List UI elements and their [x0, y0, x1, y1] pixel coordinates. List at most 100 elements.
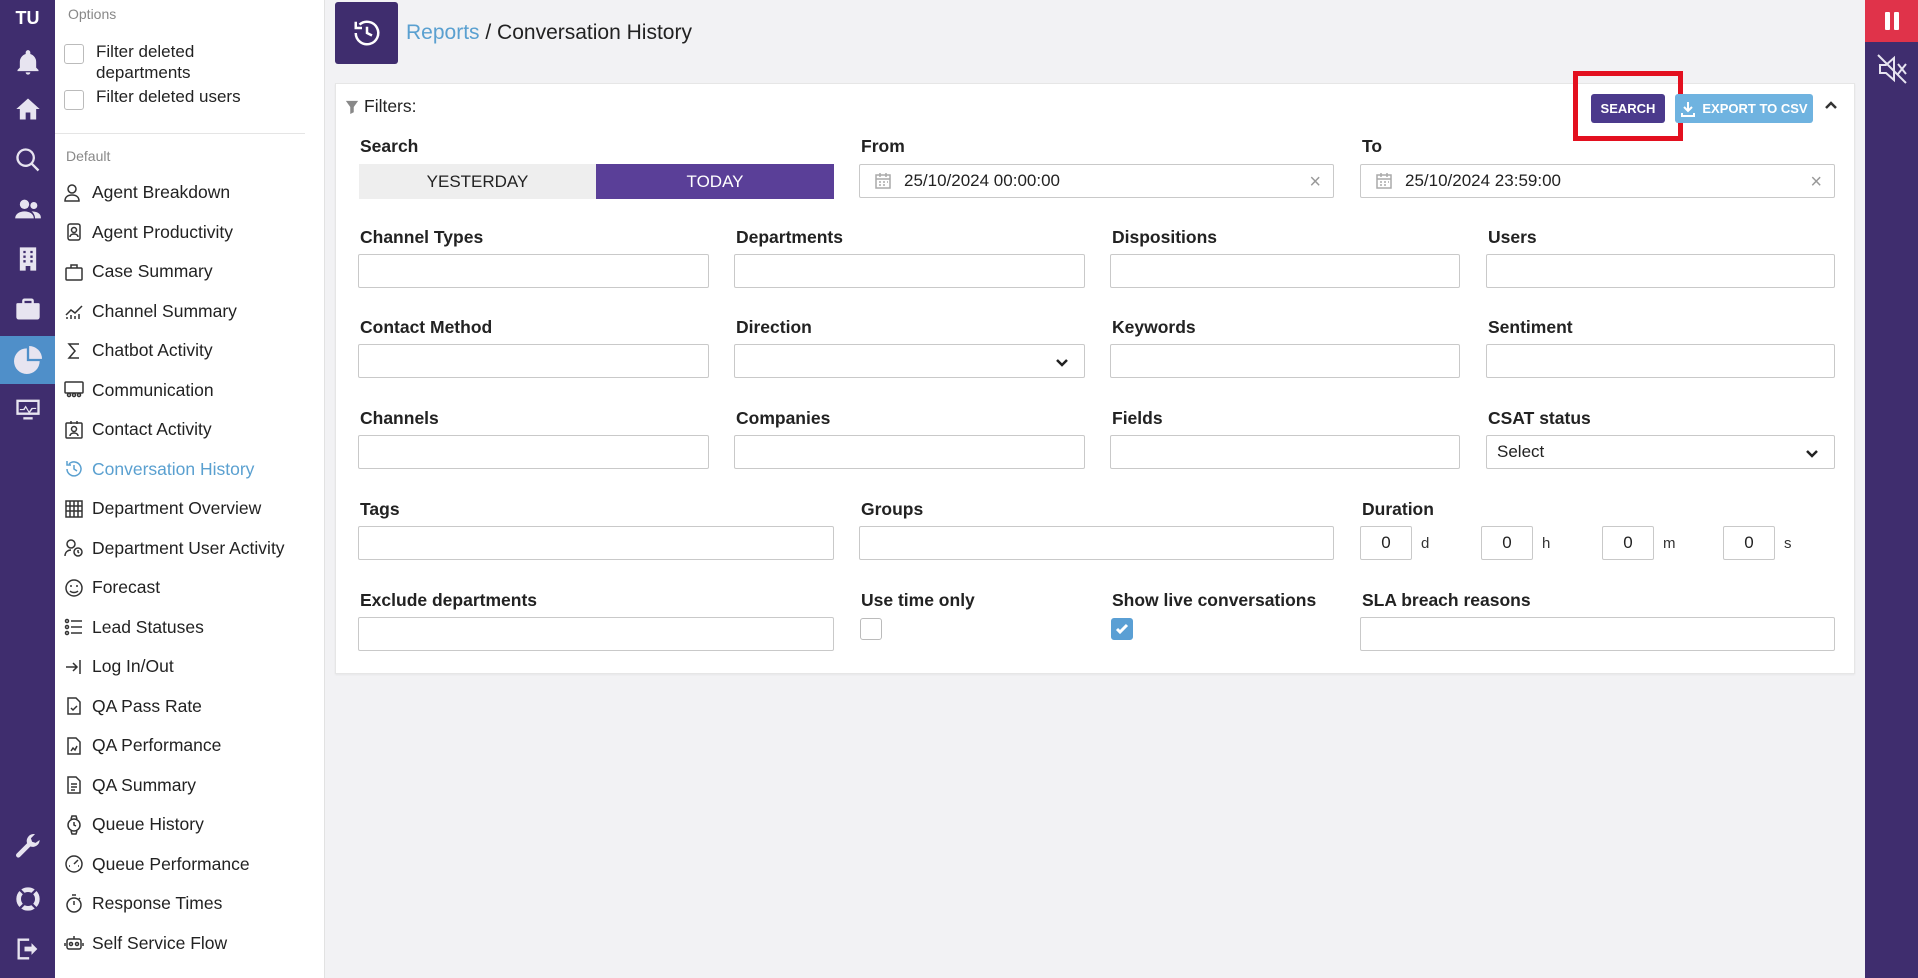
companies-input[interactable] — [734, 435, 1085, 469]
from-date-input[interactable]: 25/10/2024 00:00:00 × — [859, 164, 1334, 198]
fields-input[interactable] — [1110, 435, 1460, 469]
default-title: Default — [66, 148, 111, 164]
duration-minutes-input[interactable]: 0 — [1602, 526, 1654, 560]
monitor-icon[interactable] — [0, 387, 55, 431]
duration-seconds-input[interactable]: 0 — [1723, 526, 1775, 560]
menu-item-qa-pass-rate[interactable]: QA Pass Rate — [64, 687, 285, 727]
csat-status-select[interactable]: Select — [1486, 435, 1835, 469]
export-csv-label: EXPORT TO CSV — [1702, 101, 1808, 116]
tags-input[interactable] — [358, 526, 834, 560]
channel-summary-icon — [64, 301, 84, 321]
groups-input[interactable] — [859, 526, 1334, 560]
fields-label: Fields — [1112, 408, 1163, 428]
collapse-chevron-icon[interactable] — [1822, 96, 1840, 114]
menu-item-response-times[interactable]: Response Times — [64, 884, 285, 924]
menu-item-agent-breakdown[interactable]: Agent Breakdown — [64, 173, 285, 213]
logout-icon[interactable] — [0, 927, 55, 971]
menu-item-department-user-activity[interactable]: Department User Activity — [64, 529, 285, 569]
yesterday-button[interactable]: YESTERDAY — [359, 164, 596, 199]
departments-label: Departments — [736, 227, 843, 247]
seconds-unit: s — [1784, 535, 1792, 552]
duration-days-input[interactable]: 0 — [1360, 526, 1412, 560]
menu-item-department-overview[interactable]: Department Overview — [64, 489, 285, 529]
keywords-input[interactable] — [1110, 344, 1460, 378]
download-icon — [1681, 101, 1696, 117]
use-time-only-checkbox[interactable] — [860, 618, 882, 640]
sla-breach-reasons-input[interactable] — [1360, 617, 1835, 651]
menu-item-communication[interactable]: Communication — [64, 371, 285, 411]
export-csv-button[interactable]: EXPORT TO CSV — [1675, 94, 1813, 123]
menu-divider — [55, 133, 305, 134]
duration-hours-input[interactable]: 0 — [1481, 526, 1533, 560]
filter-deleted-users-checkbox[interactable] — [64, 90, 84, 110]
filter-deleted-departments-checkbox[interactable] — [64, 44, 84, 64]
filter-deleted-users[interactable]: Filter deleted users — [64, 87, 241, 110]
bell-icon[interactable] — [0, 41, 55, 85]
menu-item-channel-summary[interactable]: Channel Summary — [64, 292, 285, 332]
show-live-conversations-label: Show live conversations — [1112, 590, 1317, 610]
clear-from-icon[interactable]: × — [1309, 171, 1321, 194]
stopwatch-icon — [64, 894, 84, 914]
contact-method-input[interactable] — [358, 344, 709, 378]
menu-item-label: Department Overview — [92, 498, 262, 519]
menu-item-qa-summary[interactable]: QA Summary — [64, 766, 285, 806]
to-date-input[interactable]: 25/10/2024 23:59:00 × — [1360, 164, 1835, 198]
filter-deleted-departments[interactable]: Filter deleted departments — [64, 41, 226, 83]
sentiment-label: Sentiment — [1488, 317, 1573, 337]
wrench-icon[interactable] — [0, 825, 55, 869]
users-icon[interactable] — [0, 187, 55, 231]
support-icon[interactable] — [0, 877, 55, 921]
exclude-departments-input[interactable] — [358, 617, 834, 651]
breadcrumb-reports-link[interactable]: Reports — [406, 21, 480, 44]
search-button[interactable]: SEARCH — [1591, 94, 1665, 123]
menu-item-label: Response Times — [92, 893, 223, 914]
menu-item-case-summary[interactable]: Case Summary — [64, 252, 285, 292]
menu-item-self-service-flow[interactable]: Self Service Flow — [64, 924, 285, 964]
reports-icon[interactable] — [0, 336, 55, 384]
department-user-activity-icon — [64, 538, 84, 558]
direction-select[interactable] — [734, 344, 1085, 378]
menu-item-forecast[interactable]: Forecast — [64, 568, 285, 608]
building-icon[interactable] — [0, 237, 55, 281]
show-live-conversations-checkbox[interactable] — [1111, 618, 1133, 640]
left-icon-rail: TU — [0, 0, 55, 978]
menu-item-contact-activity[interactable]: Contact Activity — [64, 410, 285, 450]
page-title: Conversation History — [497, 21, 692, 44]
menu-item-log-in-out[interactable]: Log In/Out — [64, 647, 285, 687]
dispositions-label: Dispositions — [1112, 227, 1218, 247]
hours-unit: h — [1542, 535, 1551, 552]
menu-item-label: Forecast — [92, 577, 161, 598]
history-header-icon — [335, 2, 398, 64]
chevron-down-icon — [1804, 445, 1820, 461]
departments-input[interactable] — [734, 254, 1085, 288]
menu-item-lead-statuses[interactable]: Lead Statuses — [64, 608, 285, 648]
days-unit: d — [1421, 535, 1430, 552]
channel-types-input[interactable] — [358, 254, 709, 288]
menu-item-agent-productivity[interactable]: Agent Productivity — [64, 213, 285, 253]
today-button[interactable]: TODAY — [596, 164, 834, 199]
briefcase-icon[interactable] — [0, 287, 55, 331]
filters-title: Filters: — [345, 96, 417, 117]
sentiment-input[interactable] — [1486, 344, 1835, 378]
menu-item-conversation-history[interactable]: Conversation History — [64, 450, 285, 490]
login-icon — [64, 657, 84, 677]
home-icon[interactable] — [0, 87, 55, 131]
menu-item-queue-history[interactable]: Queue History — [64, 805, 285, 845]
qa-summary-icon — [64, 775, 84, 795]
channels-input[interactable] — [358, 435, 709, 469]
menu-item-chatbot-activity[interactable]: Chatbot Activity — [64, 331, 285, 371]
search-icon[interactable] — [0, 138, 55, 182]
pause-recording-button[interactable] — [1865, 0, 1918, 42]
menu-item-qa-performance[interactable]: QA Performance — [64, 726, 285, 766]
clear-to-icon[interactable]: × — [1810, 171, 1822, 194]
contact-method-label: Contact Method — [360, 317, 493, 337]
keywords-label: Keywords — [1112, 317, 1196, 337]
dispositions-input[interactable] — [1110, 254, 1460, 288]
users-input[interactable] — [1486, 254, 1835, 288]
duration-label: Duration — [1362, 499, 1434, 519]
menu-item-label: Queue Performance — [92, 853, 250, 874]
mute-icon[interactable] — [1875, 52, 1909, 86]
menu-item-queue-performance[interactable]: Queue Performance — [64, 845, 285, 885]
forecast-icon — [64, 578, 84, 598]
user-initials[interactable]: TU — [0, 8, 55, 29]
